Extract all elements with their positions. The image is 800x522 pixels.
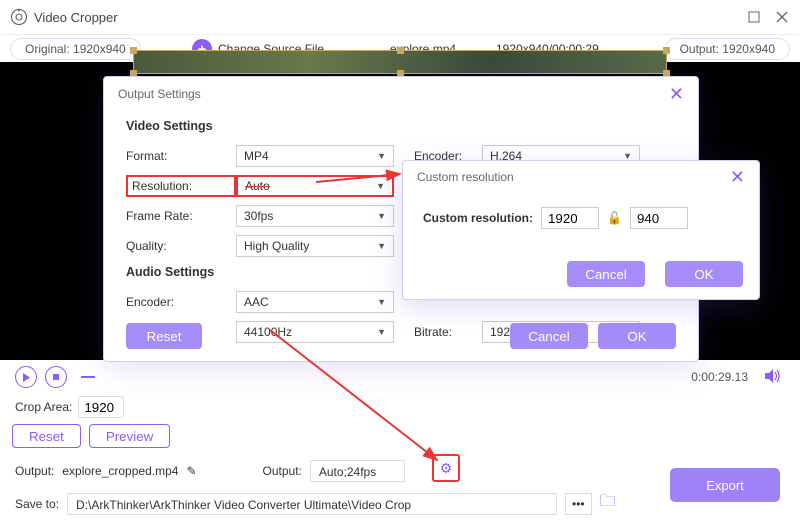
play-button[interactable] [15, 366, 37, 388]
save-path-field[interactable]: D:\ArkThinker\ArkThinker Video Converter… [67, 493, 557, 515]
crop-area-label: Crop Area: [15, 400, 72, 414]
playback-controls: 0:00:29.13 [0, 360, 800, 394]
playback-time: 0:00:29.13 [691, 370, 748, 384]
framerate-label: Frame Rate: [126, 209, 236, 223]
dialog-title: Output Settings [118, 87, 201, 101]
format-select[interactable]: MP4▼ [236, 145, 394, 167]
crop-frame[interactable] [133, 50, 667, 74]
resolution-select[interactable]: Auto▼ [236, 175, 394, 197]
lock-icon[interactable]: 🔓 [607, 211, 622, 225]
dialog-reset-button[interactable]: Reset [126, 323, 202, 349]
open-folder-icon[interactable]: 🗀 [600, 490, 616, 517]
edit-filename-icon[interactable]: ✎ [186, 464, 196, 478]
gear-icon[interactable]: ⚙ [440, 460, 453, 477]
save-to-label: Save to: [15, 497, 59, 511]
popup-cancel-button[interactable]: Cancel [567, 261, 645, 287]
settings-gear-highlight: ⚙ [432, 454, 460, 482]
custom-height-input[interactable] [630, 207, 688, 229]
output-format-value: Auto;24fps [310, 460, 405, 482]
output-size-pill: Output: 1920x940 [665, 38, 790, 60]
app-logo-icon [10, 8, 28, 26]
custom-width-input[interactable] [541, 207, 599, 229]
close-icon[interactable]: ✕ [730, 167, 745, 188]
quality-select[interactable]: High Quality▼ [236, 235, 394, 257]
quality-label: Quality: [126, 239, 236, 253]
crop-width-input[interactable] [78, 396, 124, 418]
custom-resolution-label: Custom resolution: [423, 211, 533, 225]
audio-encoder-label: Encoder: [126, 295, 236, 309]
original-size-pill: Original: 1920x940 [10, 38, 141, 60]
audio-encoder-select[interactable]: AAC▼ [236, 291, 394, 313]
custom-resolution-dialog: Custom resolution ✕ Custom resolution: 🔓… [402, 160, 760, 300]
close-icon[interactable]: ✕ [669, 84, 684, 105]
preview-button[interactable]: Preview [89, 424, 170, 448]
output-format-label: Output: [263, 464, 302, 478]
output-label: Output: [15, 464, 54, 478]
dialog-cancel-button[interactable]: Cancel [510, 323, 588, 349]
resolution-label: Resolution: [126, 175, 236, 197]
export-button[interactable]: Export [670, 468, 780, 502]
timeline-start-icon [81, 376, 95, 378]
volume-icon[interactable] [764, 368, 782, 387]
stop-button[interactable] [45, 366, 67, 388]
browse-button[interactable]: ••• [565, 493, 592, 515]
popup-ok-button[interactable]: OK [665, 261, 743, 287]
reset-preview-row: Reset Preview [12, 424, 170, 448]
dialog-ok-button[interactable]: OK [598, 323, 676, 349]
app-title: Video Cropper [34, 10, 118, 25]
minimize-button[interactable] [746, 9, 762, 25]
output-filename: explore_cropped.mp4 [62, 464, 178, 478]
format-label: Format: [126, 149, 236, 163]
reset-button[interactable]: Reset [12, 424, 81, 448]
close-button[interactable] [774, 9, 790, 25]
crop-area-row: Crop Area: [15, 396, 124, 418]
video-settings-heading: Video Settings [126, 119, 676, 133]
popup-title: Custom resolution [417, 170, 514, 184]
titlebar: Video Cropper [0, 0, 800, 34]
framerate-select[interactable]: 30fps▼ [236, 205, 394, 227]
